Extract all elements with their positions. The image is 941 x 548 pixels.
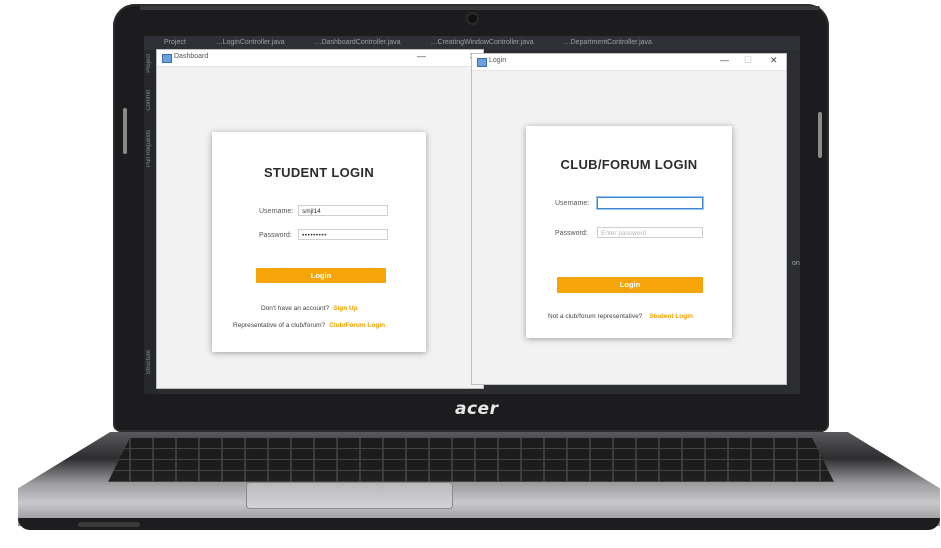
window-title: Dashboard bbox=[174, 53, 209, 60]
ide-code-fragment: ons1 bbox=[792, 260, 800, 267]
ide-tab-bar: Project …LoginController.java …Dashboard… bbox=[144, 36, 800, 50]
webcam bbox=[468, 14, 477, 23]
password-field[interactable]: Enter password bbox=[597, 227, 703, 238]
ide-tool-structure[interactable]: Structure bbox=[146, 350, 152, 374]
ide-tab[interactable]: Project bbox=[164, 39, 186, 46]
club-login-row: Representative of a club/forum? Club/Foru… bbox=[233, 322, 385, 329]
acer-logo: acer bbox=[455, 399, 499, 419]
dashboard-window: Dashboard — ✕ STUDENT LOGIN Username: sm… bbox=[157, 50, 483, 388]
card-slot bbox=[78, 522, 140, 527]
username-label: Username: bbox=[555, 200, 590, 207]
student-prompt: Not a club/forum representative? bbox=[548, 313, 643, 320]
signup-row: Don't have an account? Sign Up bbox=[261, 305, 358, 312]
signup-link[interactable]: Sign Up bbox=[333, 305, 358, 312]
keyboard-rows bbox=[108, 438, 834, 482]
password-label: Password: bbox=[259, 232, 292, 239]
login-button[interactable]: Login bbox=[256, 268, 386, 283]
dashboard-titlebar[interactable]: Dashboard — ✕ bbox=[157, 50, 483, 67]
laptop-front-edge bbox=[18, 518, 940, 530]
ide-tool-project[interactable]: Project bbox=[146, 54, 152, 73]
username-field[interactable] bbox=[597, 197, 703, 209]
login-window: Login — ☐ ✕ CLUB/FORUM LOGIN Username: P… bbox=[472, 54, 786, 384]
window-title: Login bbox=[489, 57, 507, 64]
ide-tab[interactable]: …DepartmentController.java bbox=[564, 39, 652, 46]
club-forum-login-link[interactable]: Club/Forum Login bbox=[329, 322, 385, 329]
ide-tool-strip: Project Commit Pull Requests Structure bbox=[144, 50, 158, 394]
student-login-card: STUDENT LOGIN Username: smjl14 Password:… bbox=[212, 132, 426, 352]
page-title: CLUB/FORUM LOGIN bbox=[560, 157, 698, 172]
hinge-bumper-left bbox=[123, 108, 127, 154]
password-label: Password: bbox=[555, 230, 588, 237]
username-field[interactable]: smjl14 bbox=[298, 205, 388, 216]
login-titlebar[interactable]: Login — ☐ ✕ bbox=[472, 54, 786, 71]
password-field[interactable]: ••••••••• bbox=[298, 229, 388, 240]
student-login-link[interactable]: Student Login bbox=[649, 313, 693, 320]
club-prompt: Representative of a club/forum? bbox=[233, 322, 326, 329]
login-client-area: CLUB/FORUM LOGIN Username: Password: Ent… bbox=[472, 71, 786, 384]
minimize-icon[interactable]: — bbox=[720, 55, 729, 65]
ide-tab[interactable]: …LoginController.java bbox=[216, 39, 285, 46]
ide-tab[interactable]: …CreatingWindowController.java bbox=[431, 39, 534, 46]
close-icon[interactable]: ✕ bbox=[770, 55, 778, 66]
username-label: Username: bbox=[259, 208, 294, 215]
minimize-icon[interactable]: — bbox=[417, 51, 426, 61]
page-title: STUDENT LOGIN bbox=[263, 165, 375, 180]
dashboard-client-area: STUDENT LOGIN Username: smjl14 Password:… bbox=[157, 67, 483, 388]
laptop-screen: Project …LoginController.java …Dashboard… bbox=[144, 36, 800, 394]
touchpad bbox=[246, 482, 453, 509]
student-login-row: Not a club/forum representative? Student … bbox=[548, 313, 693, 320]
ide-tool-commit[interactable]: Commit bbox=[146, 90, 152, 111]
lid-edge-highlight bbox=[140, 6, 820, 10]
app-icon bbox=[162, 54, 172, 63]
signup-prompt: Don't have an account? bbox=[261, 305, 330, 312]
club-forum-login-card: CLUB/FORUM LOGIN Username: Password: Ent… bbox=[526, 126, 732, 338]
ide-tool-pull-requests[interactable]: Pull Requests bbox=[146, 130, 152, 167]
login-button[interactable]: Login bbox=[557, 277, 703, 293]
ide-tab[interactable]: …DashboardController.java bbox=[315, 39, 401, 46]
app-icon bbox=[477, 58, 487, 67]
hinge-bumper-right bbox=[818, 112, 822, 158]
maximize-icon[interactable]: ☐ bbox=[744, 55, 752, 66]
